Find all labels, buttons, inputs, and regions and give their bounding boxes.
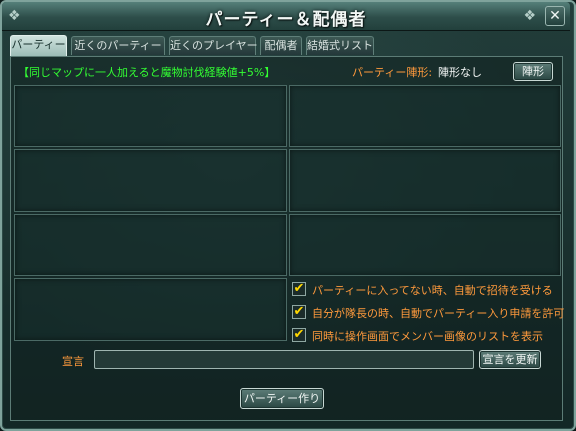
tab-nearby-players[interactable]: 近くのプレイヤー [169,36,258,55]
member-slot[interactable] [289,214,561,276]
option-label: パーティーに入ってない時、自動で招待を受ける [312,284,553,297]
declaration-input[interactable] [94,350,474,369]
member-slot[interactable] [289,85,561,147]
option-label: 同時に操作画面でメンバー画像のリストを表示 [312,330,543,343]
checkbox-check-icon[interactable]: ✔ [292,305,306,319]
option-label: 自分が隊長の時、自動でパーティー入り申請を許可 [312,307,565,320]
member-slot[interactable] [14,149,287,212]
tab-spouse[interactable]: 配偶者 [260,36,302,55]
window-title: パーティー＆配偶者 [205,10,367,30]
member-slot[interactable] [289,149,561,212]
declaration-label: 宣言 [62,355,84,368]
update-declaration-button[interactable]: 宣言を更新 [479,350,541,369]
tab-nearby-parties[interactable]: 近くのパーティー [71,36,165,55]
ornament-icon: ❖ [523,8,536,24]
close-button[interactable]: ✕ [545,6,565,26]
checkbox-check-icon[interactable]: ✔ [292,282,306,296]
member-slot[interactable] [14,214,287,276]
formation-value: 陣形なし [438,66,482,79]
formation-button[interactable]: 陣形 [513,62,553,81]
checkbox-check-icon[interactable]: ✔ [292,328,306,342]
member-slot[interactable] [14,85,287,147]
tab-wedding-list[interactable]: 結婚式リスト [306,36,374,55]
party-bonus-notice: 【同じマップに一人加えると魔物討伐経験値+5%】 [18,66,276,79]
member-slot[interactable] [14,278,287,341]
title-bar[interactable]: ❖ パーティー＆配偶者 ❖ ✕ [2,2,570,31]
formation-label: パーティー陣形: [352,66,433,79]
create-party-button[interactable]: パーティー作り [240,388,324,409]
tab-party[interactable]: パーティー [10,35,67,56]
